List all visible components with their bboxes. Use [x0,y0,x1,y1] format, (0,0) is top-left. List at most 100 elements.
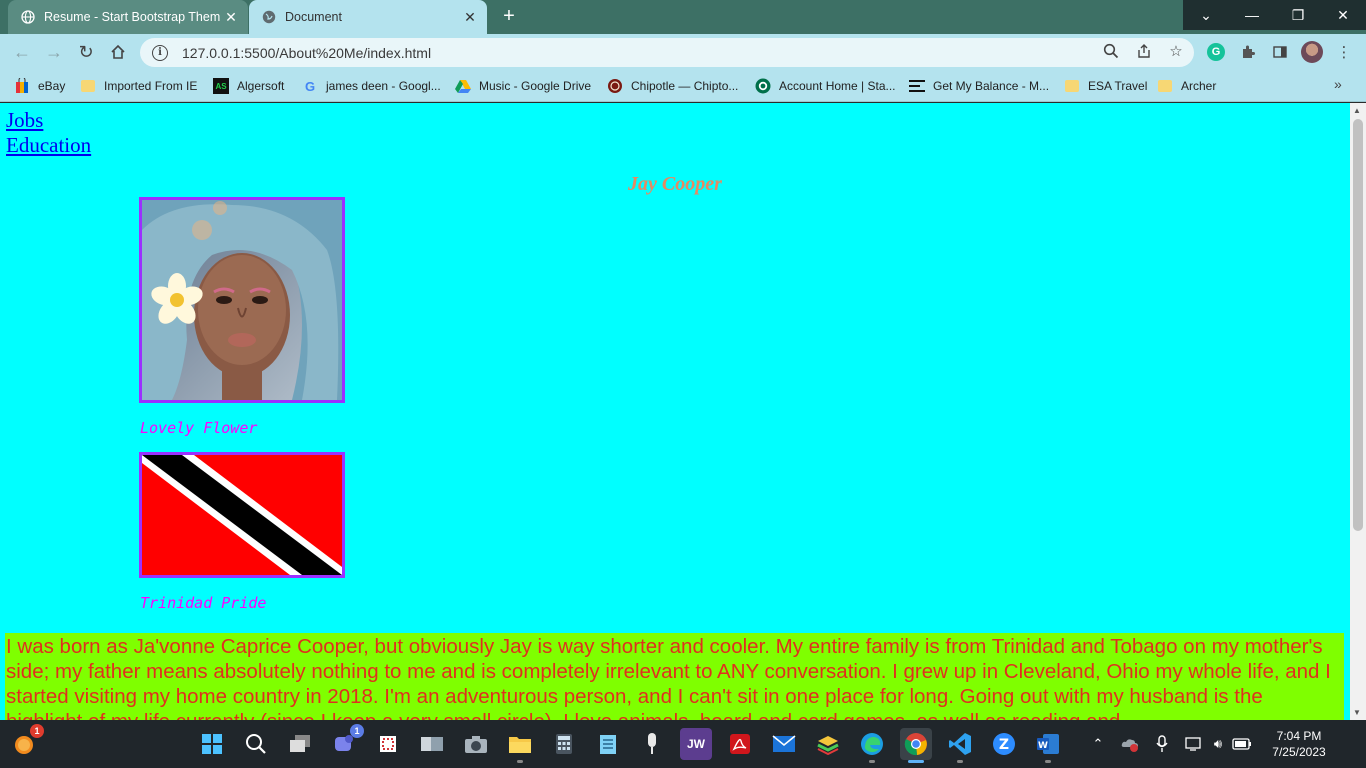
bookmark-ebay[interactable]: eBay [14,76,65,96]
new-tab-button[interactable]: + [496,5,522,29]
nav-link-jobs[interactable]: Jobs [6,108,43,133]
back-button[interactable]: ← [8,38,36,66]
tab-title: Document [285,10,342,24]
start-button[interactable] [196,728,228,760]
side-panel-icon[interactable] [1268,40,1292,64]
network-icon[interactable] [1184,732,1204,756]
teams-badge: 1 [350,724,364,738]
grammarly-extension-icon[interactable]: G [1204,40,1228,64]
close-tab-icon[interactable]: ✕ [459,6,481,28]
share-icon[interactable] [1133,40,1155,62]
page-scrollbar[interactable]: ▲ ▼ [1350,103,1366,720]
bookmark-get-my-balance[interactable]: Get My Balance - M... [909,76,1049,96]
folder-icon [1157,78,1173,94]
minimize-button[interactable]: — [1229,0,1275,30]
more-bookmarks-icon[interactable]: » [1334,76,1342,92]
microphone-icon[interactable] [1152,732,1172,756]
svg-text:W: W [1038,741,1048,751]
google-drive-icon [455,78,471,94]
reload-button[interactable]: ↻ [72,38,100,66]
restore-button[interactable]: ❐ [1275,0,1321,30]
bio-paragraph: I was born as Ja'vonne Caprice Cooper, b… [5,633,1344,720]
browser-toolbar: ← → ↻ i 127.0.0.1:5500/About%20Me/index.… [0,34,1366,70]
search-icon[interactable] [240,728,272,760]
close-tab-icon[interactable]: ✕ [220,6,242,28]
clock-date: 7/25/2023 [1272,745,1326,759]
mail-icon[interactable] [768,728,800,760]
battery-icon[interactable] [1232,732,1252,756]
page-title: Jay Cooper [628,173,722,195]
chrome-browser-icon[interactable] [900,728,932,763]
scroll-down-icon[interactable]: ▼ [1353,708,1361,717]
zoom-icon[interactable] [1100,40,1122,62]
folder-icon [1064,78,1080,94]
camera-icon[interactable] [460,728,492,760]
vscode-icon[interactable] [944,728,976,763]
folder-icon [80,78,96,94]
bookmark-imported-from-ie[interactable]: Imported From IE [80,76,197,96]
tab-resume[interactable]: Resume - Start Bootstrap Theme ✕ [8,0,248,34]
bookmark-google-search[interactable]: G james deen - Googl... [302,76,441,96]
extensions-icon[interactable] [1236,40,1260,64]
zoom-app-icon[interactable]: Z [988,728,1020,760]
profile-avatar[interactable] [1300,40,1324,64]
globe-icon [20,9,36,25]
jw-library-icon[interactable]: JW [680,728,712,760]
tab-search-button[interactable]: ⌄ [1183,0,1229,30]
taskbar: 1 1 JW Z W ⌃ 🔊︎ 7:04 PM 7/25/2023 [0,720,1366,768]
notepad-icon[interactable] [592,728,624,760]
file-explorer-icon[interactable] [504,728,536,763]
scroll-up-icon[interactable]: ▲ [1353,106,1361,115]
acrobat-reader-icon[interactable] [724,728,756,760]
bookmark-algersoft[interactable]: AS Algersoft [213,76,284,96]
menu-icon [909,78,925,94]
algersoft-icon: AS [213,78,229,94]
onedrive-error-icon[interactable] [1120,732,1140,756]
chevron-up-icon[interactable]: ⌃ [1088,732,1108,756]
word-icon[interactable]: W [1032,728,1064,763]
bookmark-chipotle[interactable]: Chipotle — Chipto... [607,76,738,96]
bookmark-starbucks[interactable]: Account Home | Sta... [755,76,896,96]
tab-title: Resume - Start Bootstrap Theme [44,10,220,24]
notification-badge: 1 [30,724,44,738]
starbucks-icon [755,78,771,94]
bookmark-archer[interactable]: Archer [1157,76,1216,96]
forward-button[interactable]: → [40,38,68,66]
clock-time: 7:04 PM [1276,729,1322,743]
snipping-tool-icon[interactable] [372,728,404,760]
tab-document[interactable]: Document ✕ [249,0,487,34]
url-text: 127.0.0.1:5500/About%20Me/index.html [182,44,432,61]
edge-browser-icon[interactable] [856,728,888,763]
site-info-icon[interactable]: i [152,44,168,61]
google-icon: G [304,78,316,94]
taskbar-clock[interactable]: 7:04 PM 7/25/2023 [1262,728,1336,760]
chipotle-icon [607,78,623,94]
page-viewport: Jobs Education Jay Cooper Lovely Flower … [0,103,1350,720]
profile-photo [139,197,345,403]
ebay-icon [14,78,30,94]
address-bar[interactable]: i 127.0.0.1:5500/About%20Me/index.html [140,38,1194,67]
svg-text:Z: Z [999,737,1009,753]
home-button[interactable] [104,38,132,66]
bookmarks-bar: eBay Imported From IE AS Algersoft G jam… [0,70,1366,102]
close-window-button[interactable]: ✕ [1320,0,1366,30]
bookmark-star-icon[interactable]: ☆ [1165,40,1187,62]
photo-caption: Lovely Flower [140,419,258,437]
translator-icon[interactable] [416,728,448,760]
microphone-app-icon[interactable] [636,728,668,760]
nav-link-education[interactable]: Education [6,133,91,158]
task-view-icon[interactable] [284,728,316,760]
bookmark-google-drive[interactable]: Music - Google Drive [455,76,591,96]
volume-icon[interactable]: 🔊︎ [1208,732,1228,756]
trinidad-flag-image [139,452,345,578]
browser-menu-icon[interactable]: ⋮ [1332,40,1356,64]
globe-icon [261,9,277,25]
teams-chat-icon[interactable]: 1 [328,724,364,760]
bookmark-esa-travel[interactable]: ESA Travel [1064,76,1147,96]
bluestacks-icon[interactable] [812,728,844,760]
flag-caption: Trinidad Pride [140,594,267,612]
calculator-icon[interactable] [548,728,580,760]
title-bar: Resume - Start Bootstrap Theme ✕ Documen… [0,0,1366,34]
weather-widget-icon[interactable]: 1 [8,724,44,760]
scrollbar-thumb[interactable] [1353,119,1363,531]
